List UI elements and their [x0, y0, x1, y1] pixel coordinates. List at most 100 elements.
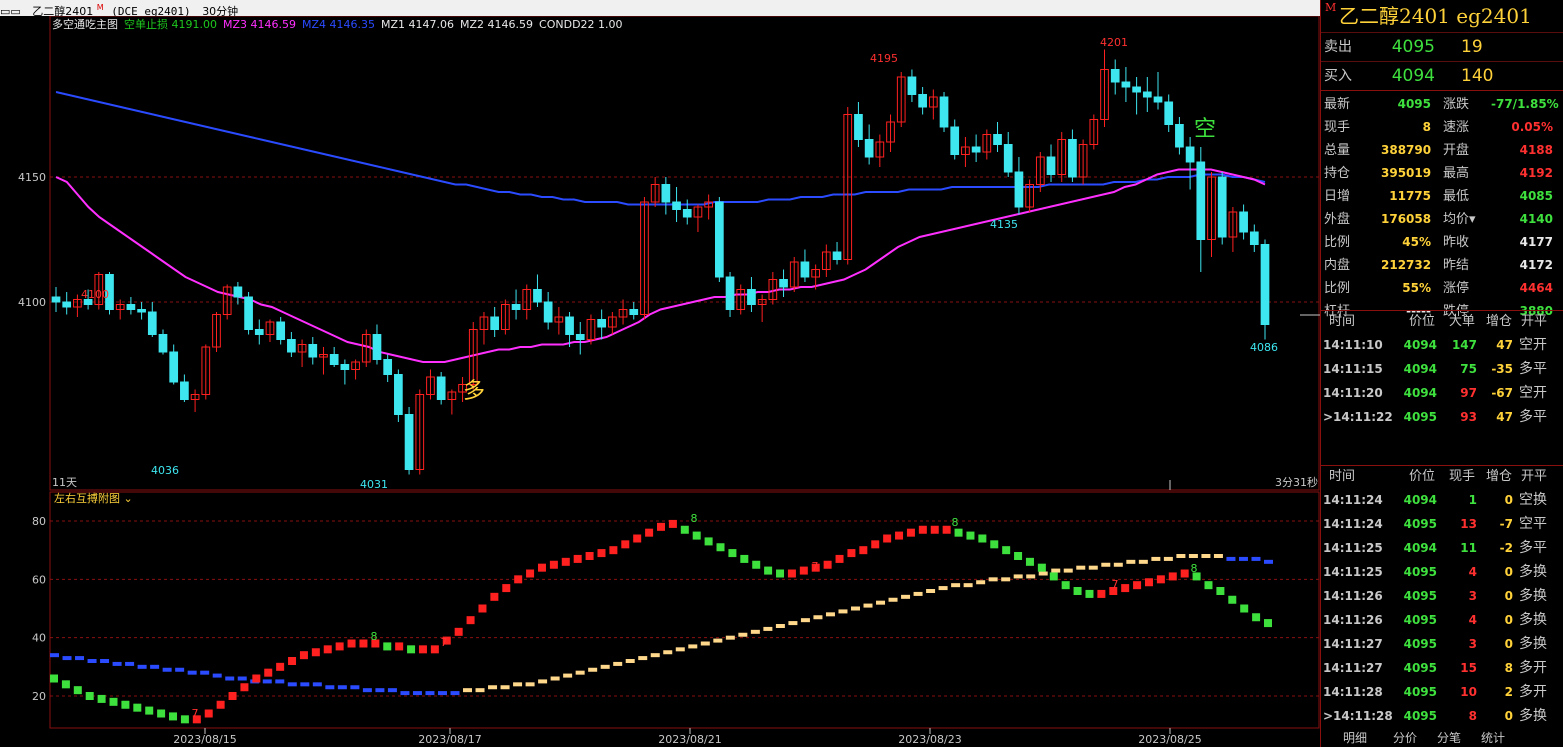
table-row[interactable]: 14:11:27 4095 15 8 多开	[1321, 656, 1563, 680]
price-annotation: 4086	[1250, 341, 1278, 354]
stat-label: 涨跌	[1443, 97, 1470, 112]
stat-value: 176058	[1381, 212, 1432, 226]
fast-line-dot	[50, 674, 58, 683]
slow-line-dot	[325, 685, 335, 690]
table-row[interactable]: 14:11:20 4094 97 -67 空开	[1321, 381, 1563, 405]
time-axis-label: 2023/08/21	[658, 733, 721, 746]
candle-body	[993, 134, 1002, 145]
slow-line-dot	[488, 685, 498, 690]
table-row[interactable]: 14:11:28 4095 10 2 多开	[1321, 680, 1563, 704]
candlestick	[383, 354, 393, 382]
candlestick	[297, 339, 307, 367]
stat-value: 4085	[1519, 189, 1553, 203]
fast-line-dot	[299, 651, 308, 660]
candle-body	[939, 96, 949, 128]
table-row[interactable]: 14:11:10 4094 147 47 空开	[1321, 333, 1563, 357]
tab-stats[interactable]: 统计	[1481, 729, 1505, 747]
candle-body	[1217, 176, 1227, 238]
fast-line-dot	[1002, 546, 1011, 555]
slow-line-dot	[588, 667, 598, 672]
fast-line-dot	[61, 680, 70, 689]
stat-label: 总量	[1324, 143, 1351, 158]
candle-body	[1249, 231, 1259, 245]
tab-ticks[interactable]: 分笔	[1437, 729, 1461, 747]
buy-row[interactable]: 买入 4094 140	[1321, 61, 1563, 90]
candle-body	[158, 334, 168, 353]
table-row[interactable]: 14:11:25 4094 11 -2 多平	[1321, 536, 1563, 560]
candlestick	[543, 292, 553, 330]
candle-body	[340, 364, 350, 370]
candlestick	[832, 242, 842, 265]
slow-line-dot	[525, 682, 535, 687]
stat-label[interactable]: 均价▾	[1443, 208, 1476, 231]
candlestick	[1185, 137, 1195, 190]
table-row[interactable]: 14:11:24 4094 1 0 空换	[1321, 488, 1563, 512]
row-volume: 93	[1460, 410, 1477, 424]
candlestick	[768, 272, 778, 305]
candlestick	[137, 302, 146, 320]
stat-row: 比例 55% 涨停 4464	[1321, 277, 1563, 300]
slow-line-dot	[500, 685, 510, 690]
long-signal-marker: 多	[463, 379, 485, 404]
fast-line-dot	[228, 692, 237, 700]
sell-row[interactable]: 卖出 4095 19	[1321, 32, 1563, 61]
quote-panel: M 乙二醇2401 eg2401 卖出 4095 19 买入 4094 140 …	[1320, 0, 1563, 747]
candlestick	[725, 272, 735, 317]
candlestick	[821, 244, 831, 277]
slow-line-dot	[988, 577, 998, 582]
candlestick	[1121, 67, 1131, 102]
fast-line-dot	[252, 674, 261, 683]
slow-line-dot	[563, 673, 573, 678]
fast-line-dot	[169, 712, 178, 721]
stat-value: 395019	[1381, 166, 1432, 180]
fast-line-dot	[978, 534, 987, 543]
row-time: 14:11:27	[1323, 637, 1383, 651]
buy-price: 4094	[1391, 66, 1435, 86]
turn-marker: 7	[812, 560, 819, 573]
fast-line-dot	[1156, 575, 1165, 584]
tab-detail[interactable]: 明细	[1343, 729, 1367, 747]
row-price: 4095	[1403, 685, 1437, 699]
turn-marker: 7	[1112, 578, 1119, 591]
fast-line-dot	[1204, 581, 1213, 590]
fast-line-dot	[1228, 595, 1237, 604]
slow-line-dot	[1201, 554, 1211, 558]
row-volume: 13	[1460, 517, 1477, 531]
fast-line-dot	[549, 560, 558, 569]
slow-line-dot	[1113, 562, 1123, 567]
slow-line-dot	[1013, 574, 1023, 579]
tab-price-dist[interactable]: 分价	[1393, 729, 1417, 747]
slow-line-dot	[1026, 574, 1036, 579]
fast-line-dot	[776, 569, 785, 578]
candle-body	[533, 289, 542, 303]
slow-line-dot	[1063, 568, 1073, 573]
candle-body	[565, 316, 574, 335]
fast-line-dot	[668, 519, 677, 528]
table-row[interactable]: 14:11:26 4095 3 0 多换	[1321, 584, 1563, 608]
stat-value: 55%	[1402, 281, 1431, 295]
slow-line-dot	[901, 594, 911, 599]
fast-line-dot	[157, 709, 166, 718]
column-header: 增仓	[1486, 314, 1513, 329]
slow-line-dot	[775, 624, 785, 628]
candlestick	[961, 137, 970, 167]
table-row[interactable]: 14:11:27 4095 3 0 多换	[1321, 632, 1563, 656]
fast-line-dot	[621, 540, 630, 549]
chart-area[interactable]: 4150 4100 4100 4036 4031 4195 4201 4135 4086 多 空 11…	[0, 16, 1320, 747]
sub-axis-label: 20	[32, 690, 46, 703]
slow-line-dot	[375, 688, 385, 693]
table-row[interactable]: 14:11:24 4095 13 -7 空平	[1321, 512, 1563, 536]
candle-body	[436, 376, 446, 400]
table-row[interactable]: >14:11:22 4095 93 47 多平	[1321, 405, 1563, 429]
slow-line-dot	[926, 589, 936, 593]
slow-line-dot	[350, 685, 360, 690]
table-row[interactable]: 14:11:25 4095 4 0 多换	[1321, 560, 1563, 584]
table-row[interactable]: 14:11:26 4095 4 0 多换	[1321, 608, 1563, 632]
table-row[interactable]: 14:11:15 4094 75 -35 多平	[1321, 357, 1563, 381]
stat-row: 日增 11775 最低 4085	[1321, 185, 1563, 208]
candlestick	[800, 249, 810, 282]
table-row[interactable]: >14:11:28 4095 8 0 多换	[1321, 704, 1563, 728]
candlestick	[939, 92, 949, 132]
candle-body	[1142, 91, 1152, 98]
candlestick	[971, 134, 981, 162]
